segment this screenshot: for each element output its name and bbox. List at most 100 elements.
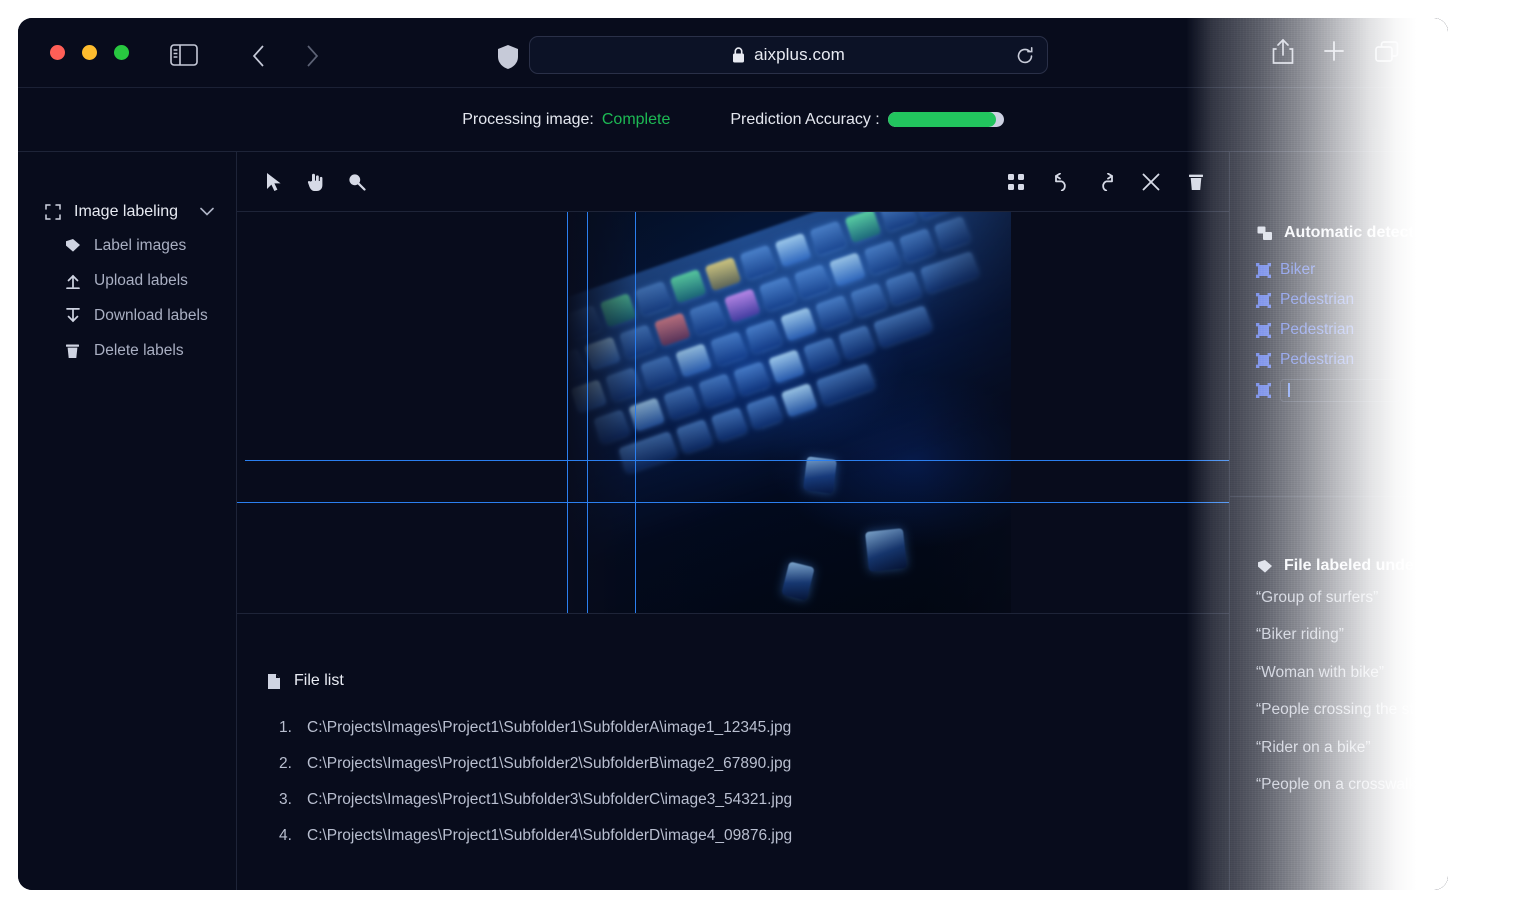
share-icon[interactable] <box>1270 38 1300 68</box>
file-list-item[interactable]: 4. C:\Projects\Images\Project1\Subfolder… <box>265 818 1229 854</box>
file-list-item[interactable]: 1. C:\Projects\Images\Project1\Subfolder… <box>265 710 1229 746</box>
file-path: C:\Projects\Images\Project1\Subfolder3\S… <box>307 791 793 808</box>
file-list-item[interactable]: 3. C:\Projects\Images\Project1\Subfolder… <box>265 782 1229 818</box>
toolbar-right-group <box>1005 171 1207 193</box>
magnifier-icon[interactable] <box>345 171 367 193</box>
sidebar-section-image-labeling[interactable]: Image labeling <box>18 196 236 228</box>
bounding-box-icon <box>1256 382 1271 398</box>
caption-item[interactable]: “Rider on a bike” <box>1256 738 1448 757</box>
sidebar-item-download-labels[interactable]: Download labels <box>18 298 236 333</box>
cursor-arrow-icon[interactable] <box>263 171 285 193</box>
minimize-window-button[interactable] <box>82 45 97 60</box>
browser-titlebar: aixplus.com <box>18 18 1448 88</box>
tag-icon <box>64 237 81 254</box>
detection-item[interactable]: Pedestrian <box>1256 315 1448 345</box>
caption-item[interactable]: “Woman with bike” <box>1256 663 1448 682</box>
sidebar-item-label: Label images <box>94 236 187 254</box>
guide-line-vertical[interactable] <box>567 212 568 613</box>
file-index: 1. <box>279 719 292 736</box>
sidebar-item-upload-labels[interactable]: Upload labels <box>18 263 236 298</box>
status-strip: Processing image: Complete Prediction Ac… <box>18 88 1448 152</box>
sidebar-item-label: Upload labels <box>94 271 188 289</box>
redo-icon[interactable] <box>1095 171 1117 193</box>
file-list-item[interactable]: 2. C:\Projects\Images\Project1\Subfolder… <box>265 746 1229 782</box>
close-x-icon[interactable] <box>1140 171 1162 193</box>
detection-label-input[interactable] <box>1280 378 1400 402</box>
back-button[interactable] <box>242 43 276 69</box>
sidebar-item-label: Download labels <box>94 306 208 324</box>
detection-label: Biker <box>1280 261 1316 278</box>
file-index: 3. <box>279 791 292 808</box>
detection-item[interactable]: Pedestrian <box>1256 345 1448 375</box>
forward-button[interactable] <box>295 43 329 69</box>
sidebar-item-delete-labels[interactable]: Delete labels <box>18 333 236 368</box>
file-list: 1. C:\Projects\Images\Project1\Subfolder… <box>265 710 1229 854</box>
bounding-box-icon <box>1256 262 1271 278</box>
guide-line-vertical[interactable] <box>587 212 588 613</box>
annotation-canvas[interactable] <box>237 212 1229 614</box>
trash-icon[interactable] <box>1185 171 1207 193</box>
maximize-window-button[interactable] <box>114 45 129 60</box>
bounding-box-icon <box>1256 292 1271 308</box>
photo-vignette <box>567 212 1011 613</box>
window-controls <box>50 45 129 60</box>
shield-icon[interactable] <box>493 42 523 72</box>
accuracy-progress-bar <box>887 112 1004 127</box>
caption-item[interactable]: “People crossing the stree <box>1256 700 1448 719</box>
file-labels-title: File labeled under <box>1284 557 1421 574</box>
chevron-down-icon[interactable] <box>200 203 214 221</box>
file-path: C:\Projects\Images\Project1\Subfolder2\S… <box>307 755 792 772</box>
upload-icon <box>64 272 81 289</box>
trash-icon <box>64 342 81 359</box>
undo-icon[interactable] <box>1050 171 1072 193</box>
crop-frame-icon <box>44 204 61 221</box>
detection-label: Pedestrian <box>1280 291 1355 308</box>
file-labels-header: File labeled under <box>1256 557 1448 575</box>
processing-label: Processing image: <box>462 110 594 128</box>
caption-item[interactable]: “People on a crosswalk” <box>1256 775 1448 794</box>
file-index: 4. <box>279 827 292 844</box>
file-path: C:\Projects\Images\Project1\Subfolder4\S… <box>307 827 793 844</box>
caption-item[interactable]: “Biker riding” <box>1256 625 1448 644</box>
editor-column: File list 1. C:\Projects\Images\Project1… <box>237 152 1229 890</box>
left-sidebar: Image labeling Label images Upload label… <box>18 152 237 890</box>
right-panel: Automatic detection Biker Pedestrian Ped… <box>1229 152 1448 890</box>
hand-pointer-icon[interactable] <box>304 171 326 193</box>
reload-icon[interactable] <box>1015 46 1035 66</box>
text-caret <box>1288 383 1290 397</box>
sidebar-title: Image labeling <box>74 203 179 220</box>
lock-icon <box>732 47 745 63</box>
sidebar-toggle-icon[interactable] <box>165 41 203 69</box>
file-index: 2. <box>279 755 292 772</box>
guide-line-horizontal[interactable] <box>245 460 1229 461</box>
guide-line-horizontal[interactable] <box>237 502 1229 503</box>
detection-item[interactable]: Pedestrian <box>1256 285 1448 315</box>
sidebar-item-label-images[interactable]: Label images <box>18 228 236 263</box>
bounding-box-icon <box>1256 352 1271 368</box>
tag-icon <box>1256 558 1273 575</box>
detection-new-item-row[interactable] <box>1256 375 1448 405</box>
close-window-button[interactable] <box>50 45 65 60</box>
detection-item[interactable]: Biker <box>1256 255 1448 285</box>
accuracy-progress-fill <box>887 112 996 127</box>
sidebar-item-label: Delete labels <box>94 341 184 359</box>
url-text: aixplus.com <box>754 45 845 64</box>
app-body: Image labeling Label images Upload label… <box>18 152 1448 890</box>
new-tab-button[interactable] <box>1322 39 1350 67</box>
document-icon <box>265 673 282 690</box>
grid-icon[interactable] <box>1005 171 1027 193</box>
file-path: C:\Projects\Images\Project1\Subfolder1\S… <box>307 719 792 736</box>
caption-item[interactable]: “Group of surfers” <box>1256 588 1448 607</box>
automatic-detection-section: Automatic detection Biker Pedestrian Ped… <box>1230 152 1448 497</box>
address-bar[interactable]: aixplus.com <box>529 36 1048 74</box>
editor-toolbar <box>237 152 1229 212</box>
layers-icon <box>1256 225 1273 242</box>
browser-window: aixplus.com Processing image: Complete P… <box>18 18 1448 890</box>
automatic-detection-title: Automatic detection <box>1284 224 1438 241</box>
tabs-overview-button[interactable] <box>1374 40 1404 68</box>
file-list-header: File list <box>265 672 1229 690</box>
guide-line-vertical[interactable] <box>635 212 636 613</box>
bounding-box-icon <box>1256 322 1271 338</box>
accuracy-status: Prediction Accuracy : <box>730 111 1004 129</box>
detection-label: Pedestrian <box>1280 351 1355 368</box>
